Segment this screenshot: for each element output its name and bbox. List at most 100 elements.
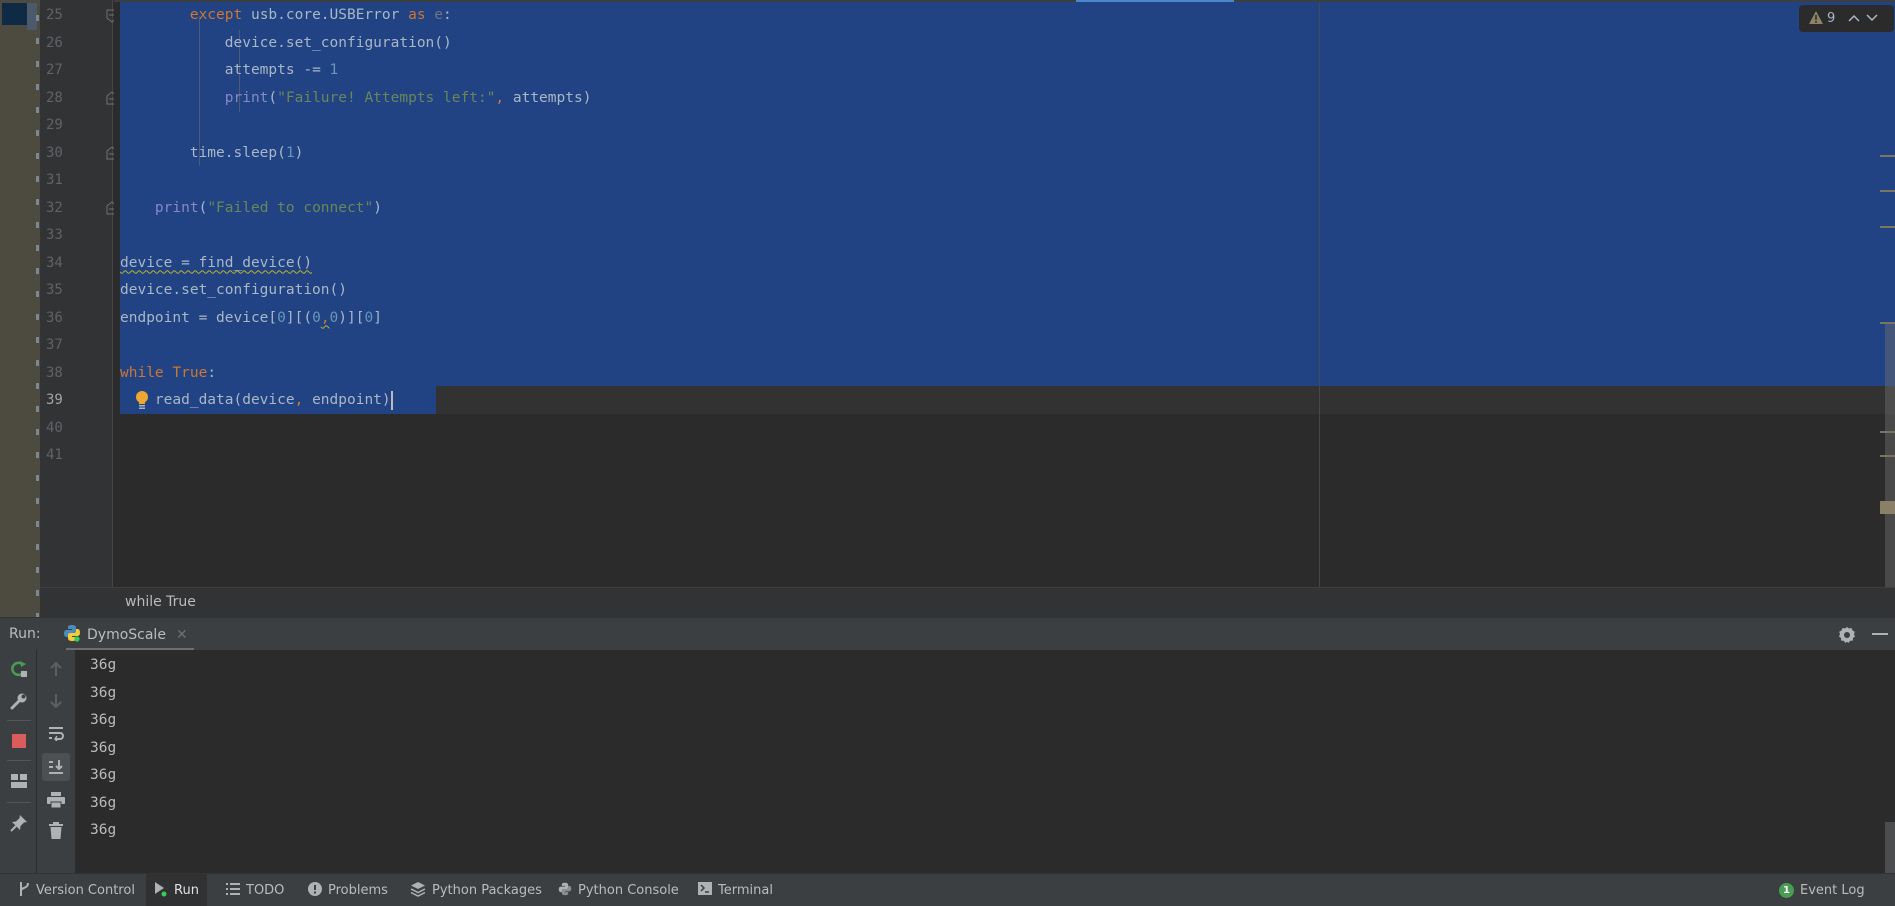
code-text: :	[443, 7, 452, 23]
line-number: 28	[46, 89, 63, 106]
console-output-line: 36g	[90, 767, 117, 783]
close-icon[interactable]: ✕	[176, 627, 188, 643]
string-literal: "Failure! Attempts left:"	[277, 89, 496, 106]
breadcrumb-item[interactable]: while True	[125, 594, 196, 610]
code-line-26: device.set_configuration()	[120, 30, 452, 58]
next-highlight-button[interactable]	[1865, 12, 1879, 25]
run-tab-dymoscale[interactable]: DymoScale ✕	[60, 618, 194, 651]
tool-label: Run	[174, 883, 199, 898]
pin-icon[interactable]	[6, 810, 32, 836]
branch-icon	[18, 881, 30, 901]
run-console[interactable]: 36g 36g 36g 36g 36g 36g 36g	[75, 650, 1895, 873]
tool-version-control[interactable]: Version Control	[10, 874, 143, 906]
breadcrumb-bar: while True	[40, 587, 1895, 617]
code-line-25: except usb.core.USBError as e:	[120, 2, 452, 30]
minimize-icon[interactable]	[1872, 633, 1888, 635]
code-line-36: endpoint = device[0][(0,0)][0]	[120, 305, 382, 333]
error-stripe-mark[interactable]	[1880, 190, 1895, 192]
code-text: device.set_configuration()	[224, 34, 452, 51]
tool-label: Problems	[328, 883, 388, 898]
code-line-38: while True:	[120, 360, 216, 388]
toolbar-separator	[7, 802, 31, 803]
tool-terminal[interactable]: Terminal	[690, 874, 781, 906]
event-count-badge: 1	[1779, 883, 1794, 898]
line-number: 34	[46, 254, 63, 271]
current-line-highlight	[436, 386, 1895, 414]
comma: ,	[495, 89, 505, 106]
code-text: )][	[338, 309, 365, 326]
print-icon[interactable]	[43, 787, 69, 813]
project-tool-stripe[interactable]	[0, 0, 40, 617]
stop-icon[interactable]	[6, 728, 32, 754]
code-text: (	[198, 199, 208, 216]
code-text: (	[268, 89, 278, 106]
code-text: time.sleep(	[189, 144, 286, 161]
comma-warning: ,	[320, 309, 330, 326]
console-output-line: 36g	[90, 739, 117, 756]
run-tab-title: DymoScale	[87, 626, 166, 643]
keyword: except	[189, 7, 243, 23]
problems-icon	[308, 881, 322, 900]
tool-window-bar: Version Control Run TODO Problems Python…	[0, 873, 1895, 906]
warning-count: 9	[1827, 11, 1836, 26]
python-console-icon	[558, 882, 572, 900]
run-label: Run:	[9, 626, 41, 642]
up-arrow-icon[interactable]	[43, 656, 69, 682]
soft-wrap-icon[interactable]	[43, 720, 69, 746]
number-literal: 0	[329, 309, 339, 326]
error-stripe-mark[interactable]	[1880, 431, 1895, 433]
code-text: endpoint)	[303, 392, 391, 408]
line-number: 36	[46, 309, 63, 326]
code-text: device.set_configuration()	[120, 282, 347, 298]
lightbulb-icon[interactable]	[134, 390, 150, 410]
error-stripe-mark[interactable]	[1880, 226, 1895, 228]
warning-triangle-icon	[1809, 9, 1823, 28]
console-output-line: 36g	[90, 712, 117, 728]
console-output-line: 36g	[90, 822, 117, 838]
inspection-widget[interactable]: 9	[1799, 5, 1894, 32]
tool-python-packages[interactable]: Python Packages	[402, 874, 550, 906]
caret-position-mark[interactable]	[1880, 501, 1895, 514]
text-caret	[390, 390, 393, 410]
tool-todo[interactable]: TODO	[218, 874, 292, 906]
ide-window: 25 26 27 28 29 30 31 32 33 34 35 36 37 3…	[0, 0, 1895, 906]
line-number: 41	[46, 447, 63, 463]
tool-event-log[interactable]: 1 Event Log	[1771, 874, 1873, 906]
previous-highlight-button[interactable]	[1847, 12, 1861, 25]
tool-problems[interactable]: Problems	[300, 874, 396, 906]
line-number: 35	[46, 282, 63, 298]
editor-gutter[interactable]: 25 26 27 28 29 30 31 32 33 34 35 36 37 3…	[40, 0, 118, 587]
rerun-icon[interactable]	[6, 656, 32, 682]
stripe-ticks	[36, 0, 39, 617]
code-text-warning: device = find_device()	[120, 254, 313, 271]
number-literal: 0	[312, 309, 321, 326]
down-arrow-icon[interactable]	[43, 688, 69, 714]
line-number: 37	[46, 337, 63, 353]
code-editor[interactable]: except usb.core.USBError as e: device.se…	[114, 0, 1895, 587]
tool-python-console[interactable]: Python Console	[550, 874, 687, 906]
line-number: 27	[46, 62, 63, 78]
tool-run[interactable]: Run	[146, 874, 207, 906]
layout-icon[interactable]	[6, 768, 32, 794]
number-literal: 1	[329, 62, 339, 78]
code-text: ]	[373, 309, 382, 326]
code-text: endpoint = device[	[120, 309, 278, 326]
console-scrollbar-thumb[interactable]	[1885, 822, 1895, 873]
number-literal: 0	[364, 309, 374, 326]
line-number: 25	[46, 7, 63, 23]
code-text: )	[373, 199, 382, 216]
list-icon	[226, 882, 240, 899]
scroll-to-end-icon[interactable]	[42, 753, 70, 781]
line-number: 33	[46, 227, 63, 243]
wrench-icon[interactable]	[6, 688, 32, 714]
gear-icon[interactable]	[1838, 626, 1856, 644]
tool-label: Python Packages	[432, 883, 542, 898]
line-number: 32	[46, 199, 63, 216]
number-literal: 0	[277, 309, 286, 326]
error-stripe-mark[interactable]	[1880, 155, 1895, 157]
line-number: 26	[46, 34, 63, 51]
trash-icon[interactable]	[43, 817, 69, 843]
code-line-34: device = find_device()	[120, 250, 312, 278]
error-stripe-mark[interactable]	[1880, 455, 1895, 457]
terminal-icon	[698, 882, 712, 899]
